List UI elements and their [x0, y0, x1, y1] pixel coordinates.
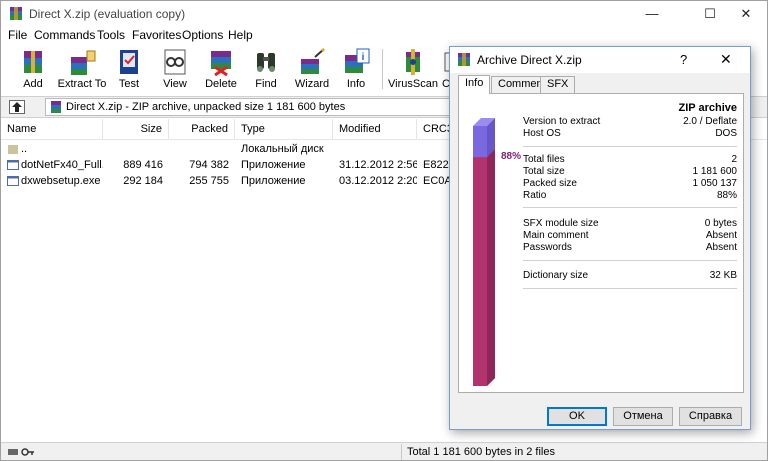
file-modified: 03.12.2012 2:20 — [339, 175, 417, 187]
help-button[interactable]: Справка — [679, 407, 742, 426]
info-divider — [523, 288, 737, 289]
view-icon — [164, 49, 186, 75]
up-arrow-icon — [12, 102, 22, 112]
delete-label: Delete — [205, 78, 237, 90]
bar-fill-front — [473, 157, 487, 386]
archive-type-heading: ZIP archive — [678, 102, 738, 114]
menu-options[interactable]: Options — [182, 28, 223, 42]
info-divider — [523, 207, 737, 208]
menu-file[interactable]: File — [8, 28, 27, 42]
archive-info-dialog: Archive Direct X.zip ? ✕ Info Comment SF… — [449, 46, 751, 430]
test-button[interactable]: Test — [109, 45, 149, 93]
window-title: Direct X.zip (evaluation copy) — [29, 7, 186, 21]
column-packed[interactable]: Packed — [169, 119, 235, 140]
find-button[interactable]: Find — [247, 45, 285, 93]
dialog-title-bar: Archive Direct X.zip ? ✕ — [450, 47, 750, 73]
status-text: Total 1 181 600 bytes in 2 files — [407, 446, 555, 458]
column-name[interactable]: Name — [1, 119, 103, 140]
find-icon — [257, 53, 275, 72]
add-button[interactable]: Add — [9, 45, 57, 93]
menu-help[interactable]: Help — [228, 28, 253, 42]
file-name: .. — [21, 143, 28, 155]
dialog-close-button[interactable]: ✕ — [720, 51, 732, 68]
virusscan-button[interactable]: VirusScan — [388, 45, 438, 93]
file-name: dxwebsetup.exe — [21, 175, 101, 187]
extract-to-label: Extract To — [57, 78, 107, 90]
file-type: Локальный диск — [241, 143, 324, 155]
info-row: Passwords Absent — [523, 242, 737, 253]
column-modified[interactable]: Modified — [333, 119, 417, 140]
title-bar: Direct X.zip (evaluation copy) — ☐ ✕ — [1, 1, 767, 27]
extract-to-icon — [71, 50, 96, 75]
find-label: Find — [255, 78, 277, 90]
winrar-app-icon — [10, 7, 22, 20]
wizard-button[interactable]: Wizard — [291, 45, 333, 93]
toolbar-separator — [382, 49, 383, 89]
menu-commands[interactable]: Commands — [34, 28, 95, 42]
info-row: Host OS DOS — [523, 128, 737, 139]
bar-fill-side — [487, 149, 495, 386]
virusscan-label: VirusScan — [388, 78, 438, 90]
view-label: View — [163, 78, 187, 90]
path-text: Direct X.zip - ZIP archive, unpacked siz… — [66, 101, 346, 113]
file-size: 889 416 — [123, 159, 163, 171]
compression-ratio-bar — [473, 118, 495, 386]
tab-sfx[interactable]: SFX — [540, 76, 576, 93]
delete-button[interactable]: Delete — [201, 45, 241, 93]
dialog-title: Archive Direct X.zip — [477, 53, 582, 67]
file-modified: 31.12.2012 2:56 — [339, 159, 417, 171]
file-name: dotNetFx40_Full... — [21, 159, 103, 171]
test-icon — [120, 50, 138, 74]
menu-tools[interactable]: Tools — [97, 28, 125, 42]
file-type: Приложение — [241, 175, 306, 187]
file-size: 292 184 — [123, 175, 163, 187]
file-packed: 794 382 — [189, 159, 229, 171]
column-type[interactable]: Type — [235, 119, 333, 140]
wizard-icon — [301, 48, 325, 74]
up-folder-button[interactable] — [9, 100, 25, 114]
dialog-help-button[interactable]: ? — [680, 52, 687, 67]
delete-icon — [211, 51, 231, 77]
menu-bar: File Commands Tools Favorites Options He… — [1, 27, 767, 45]
key-icon — [21, 448, 34, 456]
archive-icon — [51, 101, 61, 113]
add-archive-icon — [24, 51, 42, 73]
ratio-percent-label: 88% — [501, 151, 522, 162]
info-row: Dictionary size 32 KB — [523, 270, 737, 281]
drive-icon — [8, 449, 18, 455]
minimize-button[interactable]: — — [629, 1, 675, 27]
tab-info[interactable]: Info — [458, 75, 491, 94]
view-button[interactable]: View — [155, 45, 195, 93]
file-packed: 255 755 — [189, 175, 229, 187]
file-type: Приложение — [241, 159, 306, 171]
add-label: Add — [23, 78, 43, 90]
svg-text:i: i — [362, 52, 365, 63]
column-size[interactable]: Size — [103, 119, 169, 140]
menu-favorites[interactable]: Favorites — [132, 28, 181, 42]
info-divider — [523, 146, 737, 147]
info-icon: i — [345, 48, 370, 73]
virusscan-icon — [406, 49, 420, 75]
info-label: Info — [346, 78, 366, 90]
info-row: Ratio 88% — [523, 190, 737, 201]
status-separator — [401, 444, 402, 460]
extract-to-button[interactable]: Extract To — [57, 45, 107, 93]
winrar-app-icon — [458, 53, 470, 66]
ok-button[interactable]: OK — [547, 407, 607, 426]
cancel-button[interactable]: Отмена — [613, 407, 673, 426]
close-button[interactable]: ✕ — [723, 1, 768, 27]
info-panel: 88% ZIP archive Version to extract 2.0 / … — [458, 93, 744, 393]
wizard-label: Wizard — [294, 78, 330, 90]
info-button[interactable]: i Info — [338, 45, 374, 93]
test-label: Test — [118, 78, 140, 90]
status-bar: Total 1 181 600 bytes in 2 files — [1, 442, 767, 460]
info-divider — [523, 260, 737, 261]
path-field[interactable]: Direct X.zip - ZIP archive, unpacked siz… — [45, 98, 465, 116]
